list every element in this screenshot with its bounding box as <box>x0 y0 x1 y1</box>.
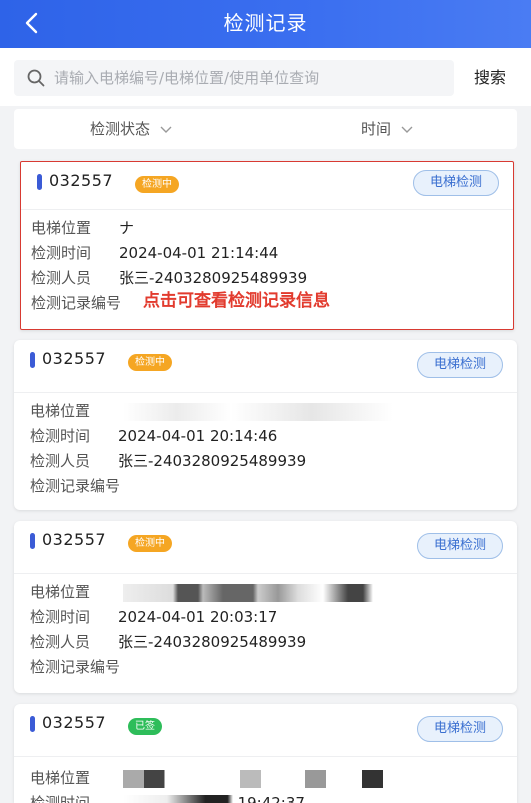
row-record-no: 检测记录编号 <box>30 474 507 499</box>
status-badge: 检测中 <box>128 535 172 552</box>
status-badge: 检测中 <box>128 354 172 371</box>
label-time: 检测时间 <box>30 427 91 445</box>
search-icon <box>27 69 45 87</box>
value-inspector: 张三-2403280925489939 <box>118 633 307 651</box>
elevator-inspection-tag[interactable]: 电梯检测 <box>416 533 503 559</box>
label-time: 检测时间 <box>30 794 91 803</box>
row-time: 检测时间 19:42:37 <box>30 791 507 803</box>
search-box <box>14 60 454 96</box>
value-time: 2024-04-01 20:14:46 <box>118 427 278 445</box>
status-badge: 检测中 <box>135 176 179 193</box>
search-button[interactable]: 搜索 <box>470 60 510 96</box>
elevator-inspection-tag[interactable]: 电梯检测 <box>416 352 503 378</box>
search-input[interactable] <box>54 60 449 96</box>
row-inspector: 检测人员 张三-2403280925489939 <box>30 449 507 474</box>
row-record-no: 检测记录编号 点击可查看检测记录信息 <box>31 291 503 316</box>
record-card[interactable]: 032557 检测中 电梯检测 电梯位置 检测时间 2024-04-01 20:0… <box>14 521 517 693</box>
label-location: 电梯位置 <box>30 769 91 787</box>
app-header: 检测记录 <box>0 0 531 48</box>
filter-status[interactable]: 检测状态 <box>90 109 173 149</box>
row-inspector: 检测人员 张三-2403280925489939 <box>31 266 503 291</box>
elevator-number: 032557 <box>49 171 114 190</box>
filter-bar: 检测状态 时间 <box>14 109 517 149</box>
divider <box>14 756 517 757</box>
record-card[interactable]: 032557 已签 电梯检测 电梯位置 检测时间 19:42:37 <box>14 704 517 803</box>
label-location: 电梯位置 <box>30 583 91 601</box>
label-record-no: 检测记录编号 <box>30 658 121 676</box>
redacted-location <box>122 583 373 602</box>
label-record-no: 检测记录编号 <box>31 294 122 312</box>
card-accent-bar <box>30 352 35 368</box>
row-location: 电梯位置 ナ <box>31 216 503 241</box>
elevator-number: 032557 <box>42 349 107 368</box>
chevron-down-icon <box>160 126 172 133</box>
label-inspector: 检测人员 <box>30 633 91 651</box>
row-inspector: 检测人员 张三-2403280925489939 <box>30 630 507 655</box>
row-time: 检测时间 2024-04-01 21:14:44 <box>31 241 503 266</box>
label-record-no: 检测记录编号 <box>30 477 121 495</box>
status-badge: 已签 <box>128 718 162 735</box>
annotation-text: 点击可查看检测记录信息 <box>143 291 330 311</box>
redacted-location <box>122 769 383 788</box>
search-bar: 搜索 <box>0 48 531 106</box>
record-card[interactable]: 032557 检测中 电梯检测 电梯位置 ナ 检测时间 2024-04-01 21:… <box>20 161 514 330</box>
label-time: 检测时间 <box>30 608 91 626</box>
record-card[interactable]: 032557 检测中 电梯检测 电梯位置 检测时间 2024-04-01 20:1… <box>14 340 517 510</box>
label-time: 检测时间 <box>31 244 92 262</box>
value-location: ナ <box>119 219 135 237</box>
redacted-time <box>122 794 233 803</box>
divider <box>14 392 517 393</box>
row-location: 电梯位置 <box>30 399 507 424</box>
label-inspector: 检测人员 <box>30 452 91 470</box>
filter-time[interactable]: 时间 <box>361 109 414 149</box>
elevator-number: 032557 <box>42 530 107 549</box>
value-time: 19:42:37 <box>237 794 305 803</box>
value-time: 2024-04-01 20:03:17 <box>118 608 278 626</box>
row-time: 检测时间 2024-04-01 20:14:46 <box>30 424 507 449</box>
redacted-location <box>122 402 393 421</box>
label-location: 电梯位置 <box>30 402 91 420</box>
page-title: 检测记录 <box>223 11 308 35</box>
value-time: 2024-04-01 21:14:44 <box>119 244 279 262</box>
filter-status-label: 检测状态 <box>90 120 151 138</box>
row-record-no: 检测记录编号 <box>30 655 507 680</box>
label-location: 电梯位置 <box>31 219 92 237</box>
chevron-down-icon <box>401 126 413 133</box>
value-inspector: 张三-2403280925489939 <box>119 269 308 287</box>
card-accent-bar <box>37 174 42 190</box>
elevator-inspection-tag[interactable]: 电梯检测 <box>416 716 503 742</box>
row-time: 检测时间 2024-04-01 20:03:17 <box>30 605 507 630</box>
elevator-number: 032557 <box>42 713 107 732</box>
filter-time-label: 时间 <box>361 120 392 138</box>
card-accent-bar <box>30 716 35 732</box>
elevator-inspection-tag[interactable]: 电梯检测 <box>412 170 499 196</box>
row-location: 电梯位置 <box>30 580 507 605</box>
divider <box>21 209 513 210</box>
card-accent-bar <box>30 533 35 549</box>
value-inspector: 张三-2403280925489939 <box>118 452 307 470</box>
row-location: 电梯位置 <box>30 766 507 791</box>
divider <box>14 573 517 574</box>
label-inspector: 检测人员 <box>31 269 92 287</box>
